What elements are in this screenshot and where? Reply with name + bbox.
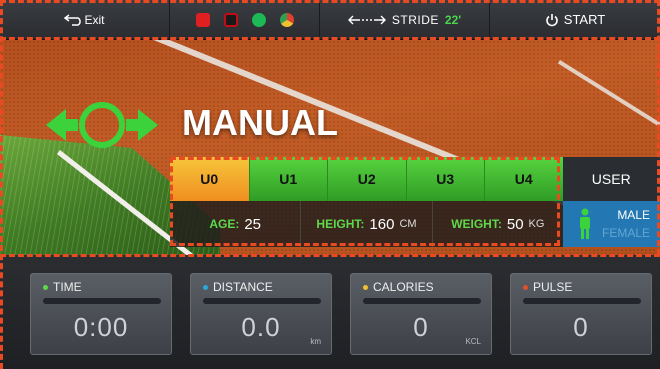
distance-card: DISTANCE 0.0 km — [190, 273, 332, 355]
distance-label: DISTANCE — [213, 280, 273, 294]
gender-options: MALE FEMALE — [597, 206, 660, 242]
calories-label: CALORIES — [373, 280, 434, 294]
distance-bar — [203, 298, 321, 304]
time-value: 0:00 — [73, 312, 129, 342]
stats-bar: TIME 0:00 DISTANCE 0.0 km CALORIES 0 KCL… — [0, 255, 660, 369]
distance-indicator-dot — [203, 285, 208, 290]
pulse-label: PULSE — [533, 280, 573, 294]
highlight-outline — [0, 0, 660, 40]
pulse-card: PULSE 0 — [510, 273, 652, 355]
pulse-indicator-dot — [523, 285, 528, 290]
mode-title: MANUAL — [182, 102, 338, 143]
pulse-value: 0 — [573, 312, 589, 342]
highlight-outline — [0, 254, 660, 257]
time-indicator-dot — [43, 285, 48, 290]
calories-indicator-dot — [363, 285, 368, 290]
distance-unit: km — [310, 337, 321, 346]
calories-unit: KCL — [465, 337, 481, 346]
mode-switch-icon[interactable] — [42, 95, 162, 155]
gender-male[interactable]: MALE — [597, 206, 650, 224]
time-card: TIME 0:00 — [30, 273, 172, 355]
highlight-outline — [0, 0, 3, 369]
calories-bar — [363, 298, 481, 304]
person-icon — [573, 208, 597, 240]
pulse-bar — [523, 298, 641, 304]
gender-toggle[interactable]: MALE FEMALE — [563, 201, 660, 247]
gender-female[interactable]: FEMALE — [597, 224, 650, 242]
time-bar — [43, 298, 161, 304]
time-label: TIME — [53, 280, 82, 294]
tab-user[interactable]: USER — [562, 157, 660, 201]
highlight-outline — [170, 157, 560, 246]
calories-card: CALORIES 0 KCL — [350, 273, 492, 355]
